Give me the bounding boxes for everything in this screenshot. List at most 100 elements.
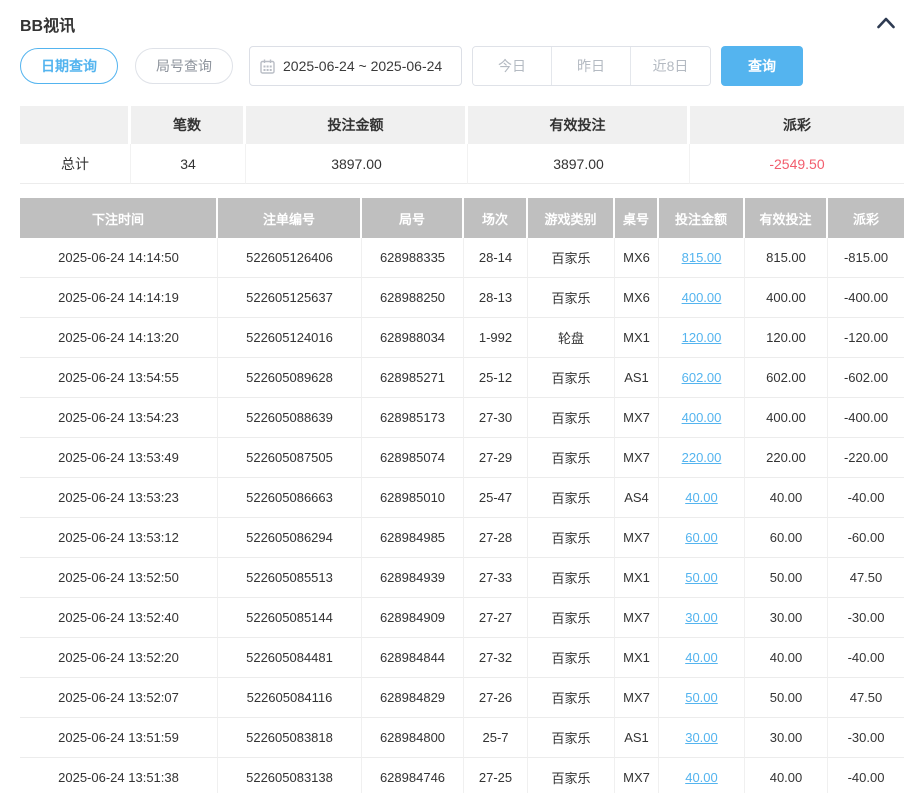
bet-time-cell: 2025-06-24 13:52:07	[20, 678, 218, 718]
table-no-cell: MX6	[615, 238, 659, 278]
last-8-days-button[interactable]: 近8日	[631, 47, 710, 85]
col-game-type: 游戏类别	[528, 198, 615, 238]
session-cell: 1-992	[464, 318, 528, 358]
summary-header-bet-amount: 投注金额	[246, 106, 468, 144]
bet-amount-cell: 400.00	[659, 278, 745, 318]
bet-amount-cell: 40.00	[659, 758, 745, 793]
table-row: 2025-06-24 13:51:38522605083138628984746…	[20, 758, 904, 793]
session-cell: 27-29	[464, 438, 528, 478]
game-type-cell: 百家乐	[528, 278, 615, 318]
bet-amount-link[interactable]: 400.00	[682, 410, 722, 425]
round-no-cell: 628985010	[362, 478, 464, 518]
bet-amount-link[interactable]: 50.00	[685, 570, 718, 585]
game-type-cell: 百家乐	[528, 358, 615, 398]
collapse-panel-button[interactable]	[874, 14, 898, 34]
chevron-up-icon	[876, 17, 896, 32]
yesterday-button[interactable]: 昨日	[552, 47, 631, 85]
table-row: 2025-06-24 13:52:50522605085513628984939…	[20, 558, 904, 598]
game-type-cell: 百家乐	[528, 238, 615, 278]
table-no-cell: MX1	[615, 638, 659, 678]
bet-amount-link[interactable]: 40.00	[685, 490, 718, 505]
payout-cell: -815.00	[828, 238, 904, 278]
session-cell: 25-7	[464, 718, 528, 758]
bet-amount-link[interactable]: 400.00	[682, 290, 722, 305]
summary-header-row: 笔数 投注金额 有效投注 派彩	[20, 106, 904, 144]
bet-amount-link[interactable]: 220.00	[682, 450, 722, 465]
bet-amount-link[interactable]: 50.00	[685, 690, 718, 705]
bet-id-cell: 522605084116	[218, 678, 362, 718]
game-type-cell: 百家乐	[528, 518, 615, 558]
date-range-input[interactable]: 2025-06-24 ~ 2025-06-24	[249, 46, 462, 86]
bet-time-cell: 2025-06-24 13:54:55	[20, 358, 218, 398]
table-row: 2025-06-24 14:14:19522605125637628988250…	[20, 278, 904, 318]
table-no-cell: AS1	[615, 718, 659, 758]
today-button[interactable]: 今日	[473, 47, 552, 85]
bet-amount-link[interactable]: 815.00	[682, 250, 722, 265]
payout-cell: -40.00	[828, 758, 904, 793]
game-type-cell: 百家乐	[528, 598, 615, 638]
game-type-cell: 百家乐	[528, 678, 615, 718]
session-cell: 25-12	[464, 358, 528, 398]
search-button[interactable]: 查询	[721, 46, 803, 86]
round-no-cell: 628984829	[362, 678, 464, 718]
bet-time-cell: 2025-06-24 13:53:23	[20, 478, 218, 518]
bet-amount-cell: 50.00	[659, 558, 745, 598]
table-no-cell: MX7	[615, 438, 659, 478]
bet-amount-link[interactable]: 60.00	[685, 530, 718, 545]
bet-time-cell: 2025-06-24 13:51:38	[20, 758, 218, 793]
col-payout: 派彩	[828, 198, 904, 238]
bet-id-cell: 522605085513	[218, 558, 362, 598]
bet-id-cell: 522605088639	[218, 398, 362, 438]
payout-cell: 47.50	[828, 678, 904, 718]
summary-bet-amount: 3897.00	[246, 144, 468, 184]
col-table-no: 桌号	[615, 198, 659, 238]
table-row: 2025-06-24 14:13:20522605124016628988034…	[20, 318, 904, 358]
table-row: 2025-06-24 13:53:23522605086663628985010…	[20, 478, 904, 518]
session-cell: 27-26	[464, 678, 528, 718]
bet-amount-cell: 40.00	[659, 638, 745, 678]
valid-bet-cell: 40.00	[745, 758, 828, 793]
bet-id-cell: 522605084481	[218, 638, 362, 678]
payout-cell: -30.00	[828, 598, 904, 638]
summary-header-payout: 派彩	[690, 106, 904, 144]
session-cell: 27-30	[464, 398, 528, 438]
table-row: 2025-06-24 14:14:50522605126406628988335…	[20, 238, 904, 278]
detail-table-body: 2025-06-24 14:14:50522605126406628988335…	[20, 238, 904, 793]
tab-round-query[interactable]: 局号查询	[135, 48, 233, 84]
bet-amount-link[interactable]: 30.00	[685, 730, 718, 745]
round-no-cell: 628984844	[362, 638, 464, 678]
session-cell: 27-27	[464, 598, 528, 638]
panel-header: BB视讯	[20, 0, 904, 37]
payout-cell: 47.50	[828, 558, 904, 598]
round-no-cell: 628985173	[362, 398, 464, 438]
bet-amount-link[interactable]: 602.00	[682, 370, 722, 385]
valid-bet-cell: 40.00	[745, 478, 828, 518]
bet-amount-link[interactable]: 120.00	[682, 330, 722, 345]
table-row: 2025-06-24 13:53:49522605087505628985074…	[20, 438, 904, 478]
tab-date-query[interactable]: 日期查询	[20, 48, 118, 84]
game-type-cell: 百家乐	[528, 558, 615, 598]
valid-bet-cell: 400.00	[745, 278, 828, 318]
table-row: 2025-06-24 13:52:07522605084116628984829…	[20, 678, 904, 718]
round-no-cell: 628984909	[362, 598, 464, 638]
session-cell: 28-13	[464, 278, 528, 318]
bet-time-cell: 2025-06-24 13:51:59	[20, 718, 218, 758]
game-type-cell: 轮盘	[528, 318, 615, 358]
valid-bet-cell: 30.00	[745, 718, 828, 758]
detail-table: 下注时间 注单编号 局号 场次 游戏类别 桌号 投注金额 有效投注 派彩 202…	[20, 198, 904, 793]
session-cell: 27-32	[464, 638, 528, 678]
bet-amount-link[interactable]: 40.00	[685, 770, 718, 785]
valid-bet-cell: 50.00	[745, 558, 828, 598]
table-row: 2025-06-24 13:54:23522605088639628985173…	[20, 398, 904, 438]
game-type-cell: 百家乐	[528, 398, 615, 438]
bet-time-cell: 2025-06-24 13:52:20	[20, 638, 218, 678]
calendar-icon	[260, 59, 275, 74]
round-no-cell: 628988250	[362, 278, 464, 318]
bet-amount-link[interactable]: 30.00	[685, 610, 718, 625]
table-no-cell: AS1	[615, 358, 659, 398]
bet-amount-cell: 50.00	[659, 678, 745, 718]
bet-amount-link[interactable]: 40.00	[685, 650, 718, 665]
round-no-cell: 628984939	[362, 558, 464, 598]
bet-amount-cell: 220.00	[659, 438, 745, 478]
bet-time-cell: 2025-06-24 14:14:19	[20, 278, 218, 318]
